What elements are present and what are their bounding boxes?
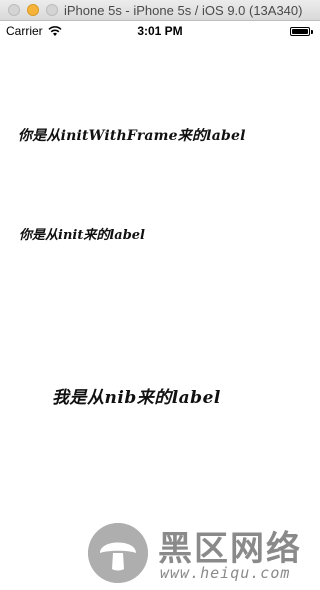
status-bar: Carrier 3:01 PM bbox=[0, 21, 320, 41]
zoom-window-button[interactable] bbox=[46, 4, 58, 16]
watermark: 黑区网络 www.heiqu.com bbox=[86, 519, 318, 585]
watermark-brand: 黑区网络 bbox=[158, 529, 302, 569]
init-label: 你是从init来的label bbox=[19, 228, 145, 243]
title-bar: iPhone 5s - iPhone 5s / iOS 9.0 (13A340) bbox=[0, 0, 320, 21]
mushroom-logo-icon bbox=[88, 523, 148, 583]
nib-label: 我是从nib来的label bbox=[52, 388, 221, 408]
init-with-frame-label: 你是从initWithFrame来的label bbox=[18, 128, 246, 144]
simulator-window: iPhone 5s - iPhone 5s / iOS 9.0 (13A340)… bbox=[0, 0, 320, 590]
battery-icon bbox=[290, 27, 310, 36]
watermark-url: www.heiqu.com bbox=[160, 564, 291, 582]
window-title: iPhone 5s - iPhone 5s / iOS 9.0 (13A340) bbox=[64, 3, 303, 18]
status-time: 3:01 PM bbox=[137, 24, 183, 38]
minimize-window-button[interactable] bbox=[27, 4, 39, 16]
close-window-button[interactable] bbox=[8, 4, 20, 16]
battery-nub bbox=[311, 30, 313, 34]
